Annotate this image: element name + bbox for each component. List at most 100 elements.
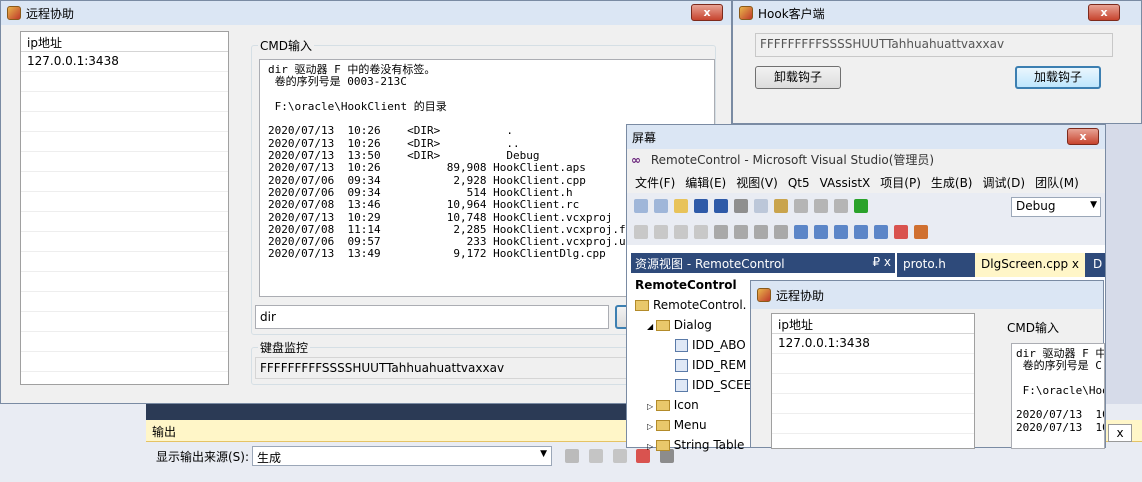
- menu-debug[interactable]: 调试(D): [979, 174, 1030, 191]
- cmd-input[interactable]: dir: [255, 305, 609, 329]
- tree-string-table-folder[interactable]: ▷ String Table: [635, 435, 755, 455]
- menu-qt5[interactable]: Qt5: [784, 176, 814, 190]
- paste-icon[interactable]: [774, 198, 788, 213]
- list-item: [21, 112, 228, 132]
- prev-icon[interactable]: [588, 448, 603, 463]
- tree-icon-folder[interactable]: ▷ Icon: [635, 395, 755, 415]
- copy-icon[interactable]: [754, 198, 768, 213]
- bookmark-icon[interactable]: [814, 224, 828, 239]
- tree-menu-folder[interactable]: ▷ Menu: [635, 415, 755, 435]
- tree-item[interactable]: IDD_SCEE: [635, 375, 755, 395]
- inner-ip-list[interactable]: ip地址 127.0.0.1:3438: [771, 313, 975, 449]
- list-item: [21, 212, 228, 232]
- hook-client-window: Hook客户端 x FFFFFFFFFSSSSHUUTTahhuahuattva…: [732, 0, 1142, 124]
- tab-dlgscreen-cpp[interactable]: DlgScreen.cpp x: [975, 253, 1086, 277]
- menu-file[interactable]: 文件(F): [631, 174, 679, 191]
- output-source-select[interactable]: 生成 ▼: [252, 446, 552, 466]
- list-item: [772, 374, 974, 394]
- tool-icon[interactable]: [654, 224, 668, 239]
- menu-edit[interactable]: 编辑(E): [681, 174, 730, 191]
- tree-dialog[interactable]: ◢ Dialog: [635, 315, 755, 335]
- folder-icon: [655, 400, 670, 411]
- tree-item[interactable]: IDD_REM: [635, 355, 755, 375]
- unload-hook-button[interactable]: 卸载钩子: [755, 66, 841, 89]
- tool-icon[interactable]: [674, 224, 688, 239]
- vs-toolbar-2: [627, 219, 1105, 245]
- screen-close-button[interactable]: x: [1067, 128, 1099, 145]
- tool-icon[interactable]: [634, 224, 648, 239]
- list-item[interactable]: 127.0.0.1:3438: [21, 52, 228, 72]
- dialog-icon: [675, 359, 688, 372]
- remote-assist-close-button[interactable]: x: [691, 4, 723, 21]
- output-source-label: 显示输出来源(S):: [156, 450, 250, 464]
- keyboard-monitor-label: 键盘监控: [258, 339, 311, 356]
- navigate-icon[interactable]: [834, 198, 848, 213]
- uncomment-icon[interactable]: [774, 224, 788, 239]
- bookmark-icon[interactable]: [794, 224, 808, 239]
- resource-tree: RemoteControl RemoteControl. ◢ Dialog ID…: [635, 275, 755, 455]
- list-item[interactable]: 127.0.0.1:3438: [772, 334, 974, 354]
- remote-assist-window: 远程协助 x ip地址 127.0.0.1:3438 CMD输入 dir 驱动器…: [0, 0, 732, 404]
- tree-item[interactable]: IDD_ABO: [635, 335, 755, 355]
- tab-overflow[interactable]: D: [1093, 257, 1102, 271]
- save-icon[interactable]: [694, 198, 708, 213]
- hook-value-field[interactable]: FFFFFFFFFSSSSHUUTTahhuahuattvaxxav: [755, 33, 1113, 57]
- list-item: [21, 352, 228, 372]
- inner-remote-titlebar: 远程协助: [751, 281, 1103, 309]
- comment-icon[interactable]: [754, 224, 768, 239]
- dialog-icon: [675, 339, 688, 352]
- keyboard-monitor-field[interactable]: FFFFFFFFFSSSSHUUTTahhuahuattvaxxav: [255, 357, 635, 379]
- list-item: [21, 132, 228, 152]
- save-all-icon[interactable]: [714, 198, 728, 213]
- menu-view[interactable]: 视图(V): [732, 174, 782, 191]
- outdent-icon[interactable]: [734, 224, 748, 239]
- list-item: [21, 252, 228, 272]
- new-project-icon[interactable]: [634, 198, 648, 213]
- resource-panel-header: 资源视图 - RemoteControl ₽ x: [631, 253, 895, 273]
- next-icon[interactable]: [612, 448, 627, 463]
- expand-icon: ▷: [647, 442, 656, 451]
- bookmark-icon[interactable]: [834, 224, 848, 239]
- tree-dialog-label: Dialog: [673, 318, 712, 332]
- pin-icon[interactable]: ₽ x: [872, 255, 891, 269]
- ip-list[interactable]: ip地址 127.0.0.1:3438: [20, 31, 229, 385]
- screen-title: 屏幕: [632, 130, 657, 145]
- open-icon[interactable]: [674, 198, 688, 213]
- hook-client-close-button[interactable]: x: [1088, 4, 1120, 21]
- undo-icon[interactable]: [794, 198, 808, 213]
- expand-icon: ▷: [647, 422, 656, 431]
- redo-icon[interactable]: [814, 198, 828, 213]
- add-item-icon[interactable]: [654, 198, 668, 213]
- indent-icon[interactable]: [714, 224, 728, 239]
- menu-team[interactable]: 团队(M): [1031, 174, 1083, 191]
- menu-project[interactable]: 项目(P): [876, 174, 925, 191]
- tree-string-table-label: String Table: [673, 438, 745, 452]
- chevron-down-icon: ▼: [540, 449, 547, 459]
- bookmark-icon[interactable]: [874, 224, 888, 239]
- vs-title: RemoteControl - Microsoft Visual Studio(…: [650, 153, 935, 167]
- cut-icon[interactable]: [734, 198, 748, 213]
- bookmark-icon[interactable]: [854, 224, 868, 239]
- tree-project[interactable]: RemoteControl.: [635, 295, 755, 315]
- tree-root[interactable]: RemoteControl: [635, 275, 755, 295]
- screen-titlebar: 屏幕: [627, 125, 1105, 149]
- ext-icon[interactable]: [914, 224, 928, 239]
- collapse-icon: ◢: [647, 322, 656, 331]
- start-debug-icon[interactable]: [854, 198, 868, 213]
- inner-cmd-output[interactable]: dir 驱动器 F 中的 卷的序列号是 C F:\oracle\Hook 202…: [1011, 343, 1105, 449]
- inner-ip-list-header[interactable]: ip地址: [772, 314, 974, 334]
- menu-build[interactable]: 生成(B): [927, 174, 977, 191]
- tree-project-label: RemoteControl.: [653, 298, 747, 312]
- list-item: [21, 332, 228, 352]
- tab-proto-h[interactable]: proto.h: [903, 257, 946, 271]
- folder-icon: [635, 300, 649, 311]
- tree-item-label: IDD_ABO: [692, 338, 746, 352]
- ip-list-header[interactable]: ip地址: [21, 32, 228, 52]
- load-hook-button[interactable]: 加载钩子: [1015, 66, 1101, 89]
- output-close-button[interactable]: x: [1108, 424, 1132, 442]
- tool-icon[interactable]: [694, 224, 708, 239]
- goto-icon[interactable]: [565, 448, 579, 463]
- config-select[interactable]: Debug ▼: [1011, 197, 1101, 217]
- menu-vassistx[interactable]: VAssistX: [816, 176, 875, 190]
- clear-bookmark-icon[interactable]: [894, 224, 908, 239]
